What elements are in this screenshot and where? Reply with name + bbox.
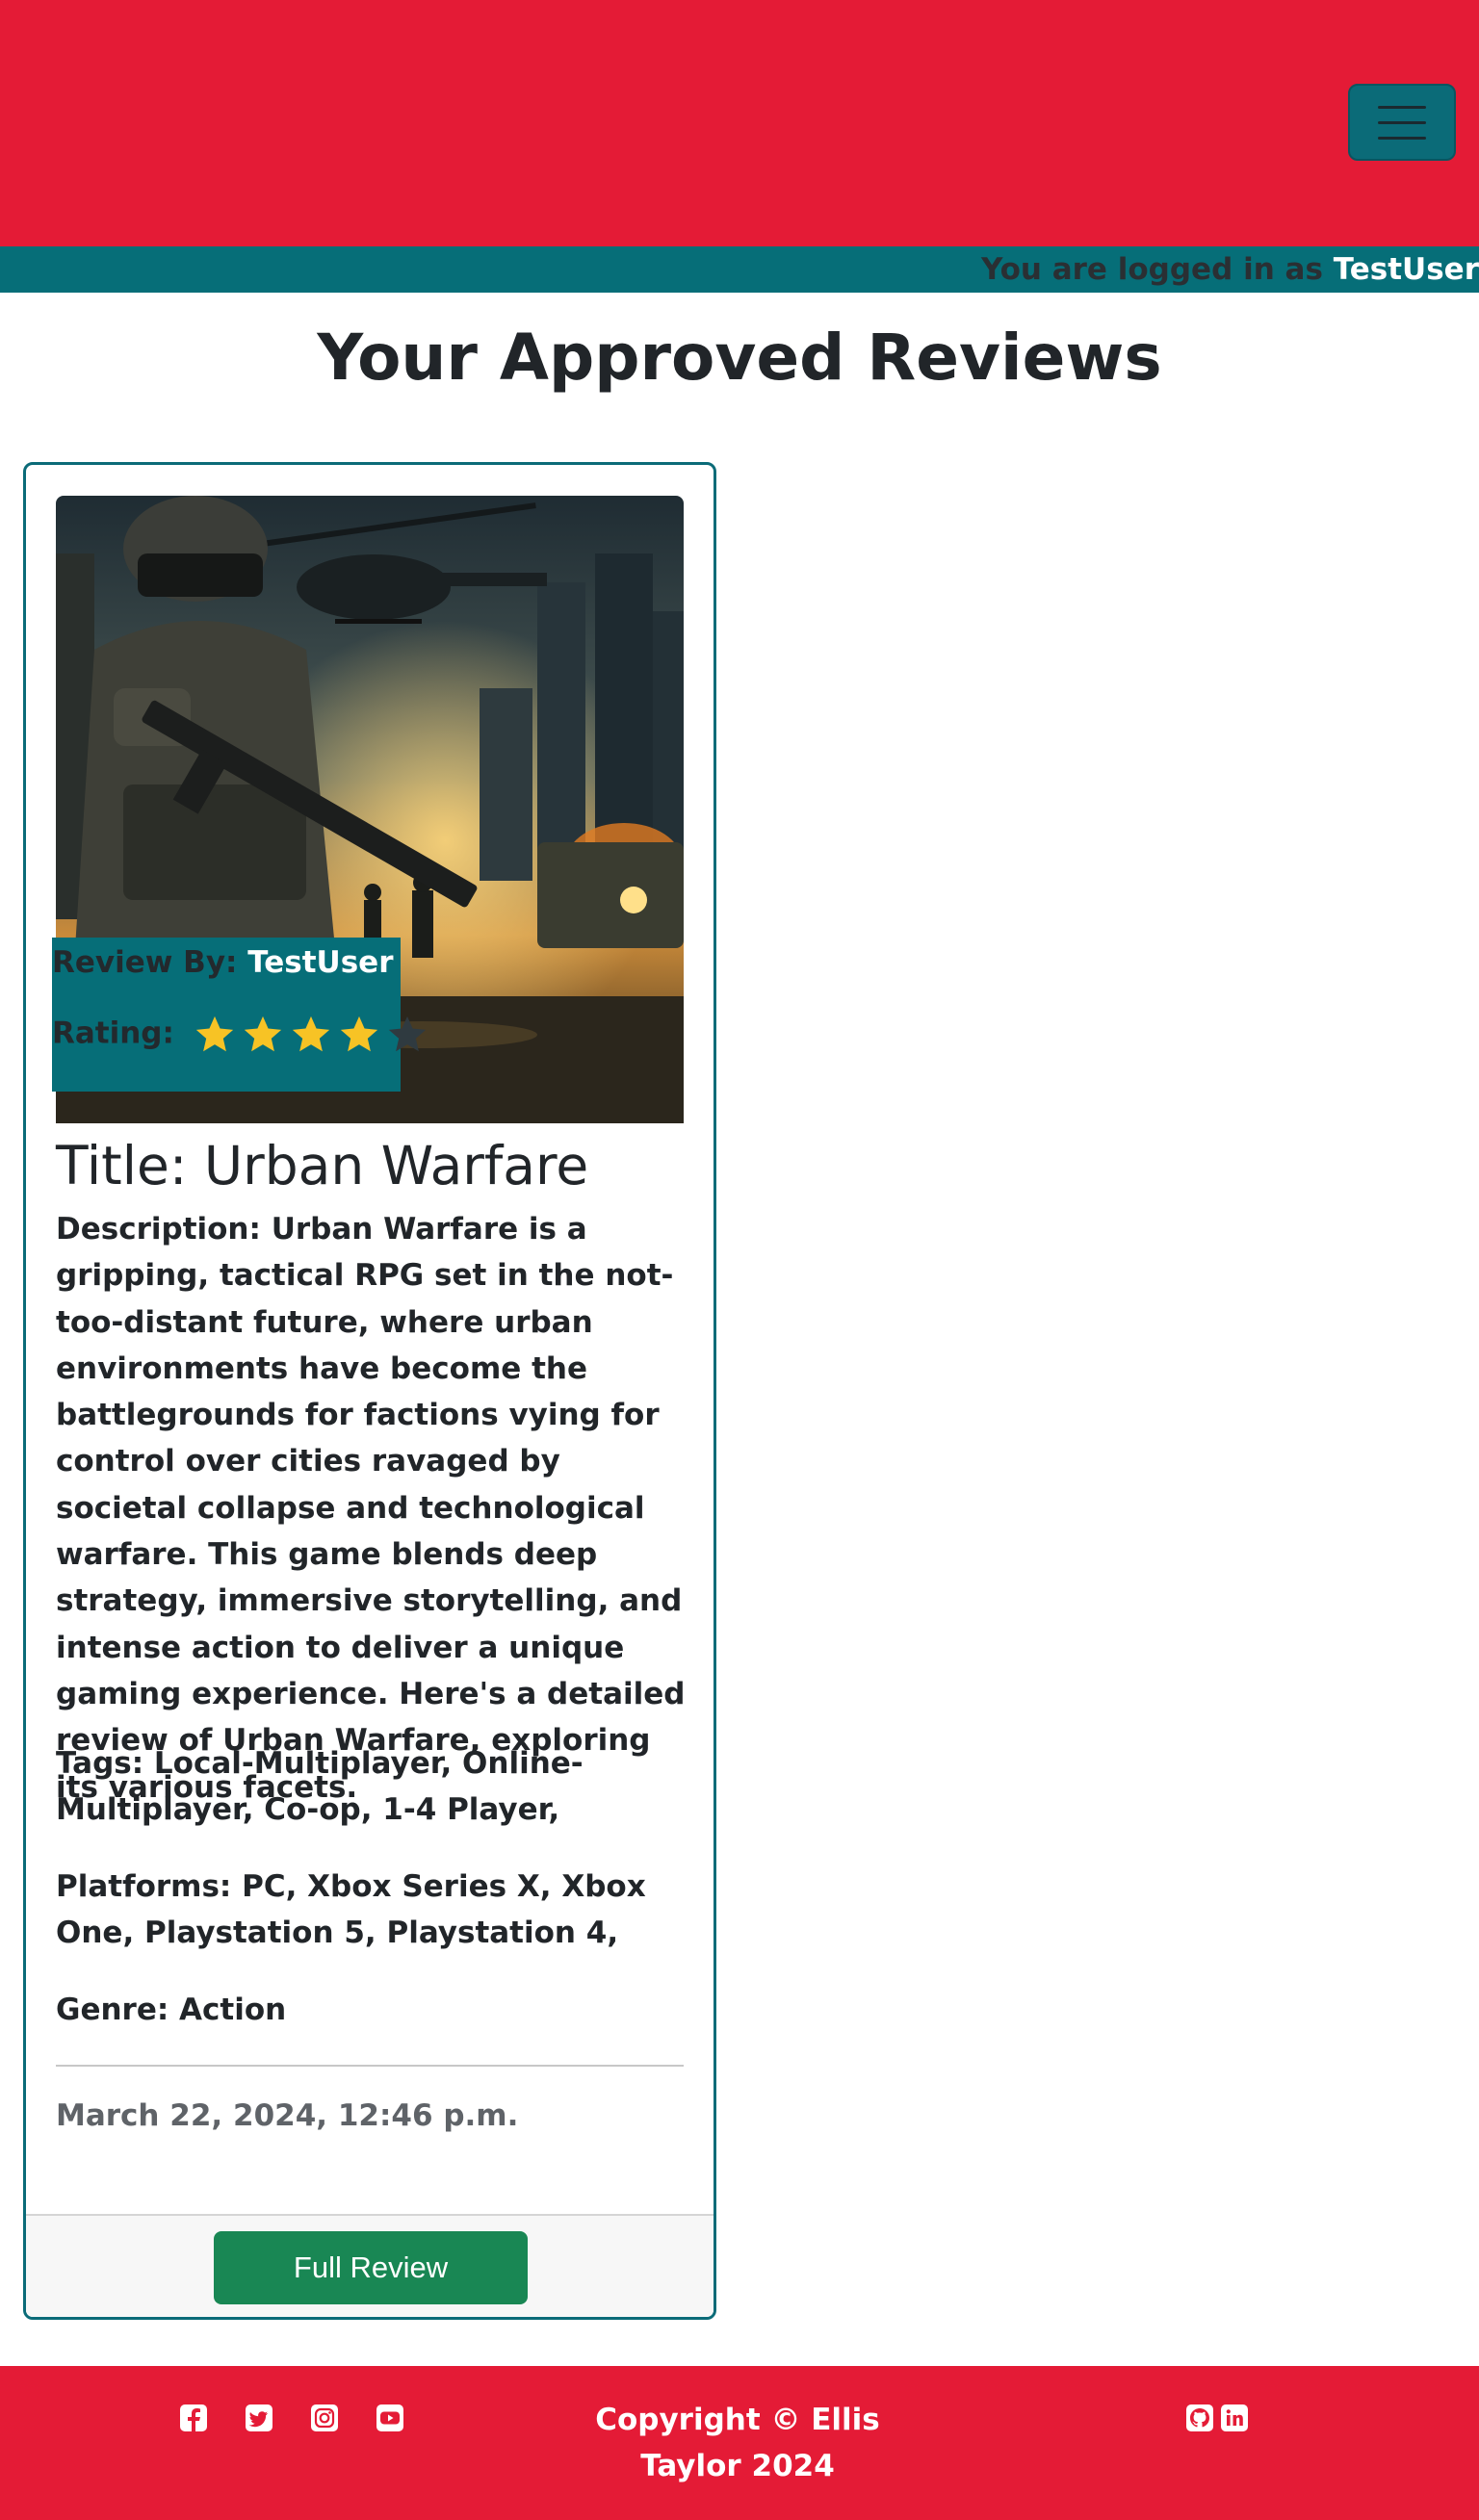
navbar-toggle-button[interactable]: [1348, 84, 1456, 161]
github-icon[interactable]: [1185, 2404, 1214, 2432]
site-footer: Copyright © Ellis Taylor 2024: [0, 2366, 1479, 2520]
instagram-icon[interactable]: [310, 2404, 339, 2432]
hamburger-menu-icon: [1378, 105, 1426, 109]
youtube-icon[interactable]: [376, 2404, 404, 2432]
hamburger-bar: [1378, 120, 1426, 124]
page-title: Your Approved Reviews: [317, 321, 1162, 395]
review-overlay: Review By: TestUser Rating:: [52, 938, 426, 1092]
star-filled-icon: [195, 1016, 233, 1052]
review-card: Review By: TestUser Rating: Title: Urban…: [23, 462, 716, 2320]
review-title: Title: Urban Warfare: [56, 1135, 589, 1196]
developer-links: [1185, 2404, 1249, 2432]
login-status-text: You are logged in as TestUser: [981, 246, 1479, 293]
login-prefix: You are logged in as: [980, 252, 1323, 287]
star-empty-icon: [388, 1016, 426, 1052]
login-status-bar: You are logged in as TestUser: [0, 246, 1479, 293]
hamburger-bar: [1378, 136, 1426, 140]
twitter-icon[interactable]: [245, 2404, 273, 2432]
review-by-line: Review By: TestUser: [52, 945, 393, 980]
review-platforms: Platforms: PC, Xbox Series X, Xbox One, …: [56, 1869, 646, 1950]
login-username: TestUser: [1333, 252, 1479, 287]
copyright-text: Copyright © Ellis Taylor 2024: [595, 2403, 880, 2483]
review-genre: Genre: Action: [56, 1993, 287, 2027]
review-date: March 22, 2024, 12:46 p.m.: [56, 2098, 519, 2133]
facebook-icon[interactable]: [179, 2404, 208, 2432]
review-description: Description: Urban Warfare is a gripping…: [56, 1212, 686, 1805]
review-tags: Tags: Local-Multiplayer, Online-Multipla…: [56, 1746, 584, 1827]
card-footer: Full Review: [26, 2214, 714, 2317]
card-divider: [56, 2065, 684, 2067]
rating-label: Rating:: [52, 1016, 174, 1051]
navbar: [0, 0, 1479, 246]
linkedin-icon[interactable]: [1220, 2404, 1249, 2432]
star-filled-icon: [292, 1016, 329, 1052]
rating-stars: [193, 1013, 429, 1057]
star-filled-icon: [244, 1016, 281, 1052]
review-by-label: Review By:: [52, 945, 238, 980]
full-review-button[interactable]: Full Review: [214, 2231, 528, 2304]
social-links: [179, 2404, 404, 2432]
reviewer-name: TestUser: [247, 945, 394, 980]
rating-line: Rating:: [52, 1013, 429, 1057]
star-filled-icon: [340, 1016, 377, 1052]
